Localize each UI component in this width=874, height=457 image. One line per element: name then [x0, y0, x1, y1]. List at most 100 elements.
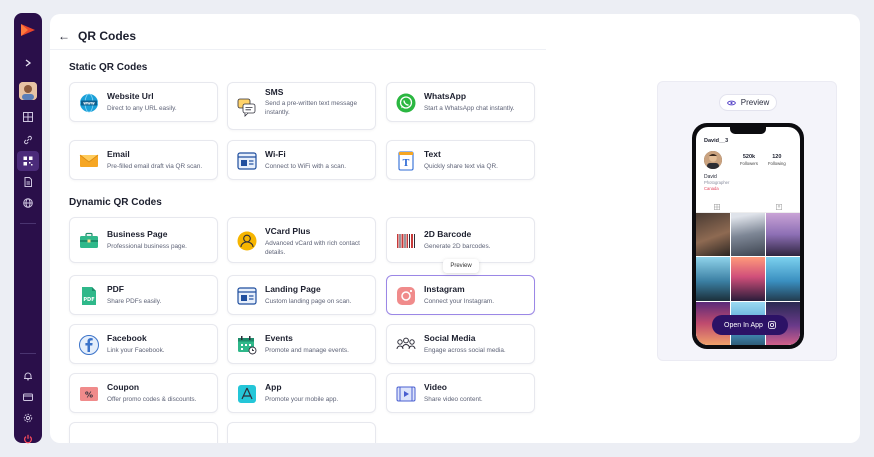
chevron-right-icon — [25, 59, 32, 67]
avatar[interactable] — [19, 82, 37, 100]
qr-card-landing-page[interactable]: Landing Page Custom landing page on scan… — [227, 275, 376, 315]
sidebar-item-settings[interactable] — [17, 408, 39, 428]
svg-text:T: T — [403, 159, 410, 169]
card-title: Wi-Fi — [265, 149, 286, 159]
svg-text:PDF: PDF — [83, 297, 94, 303]
card-title: 2D Barcode — [424, 229, 472, 239]
app-logo-icon[interactable] — [20, 23, 36, 37]
sidebar-item-billing[interactable] — [17, 387, 39, 407]
main-panel: ← QR Codes Static QR Codes Dynamic QR Co… — [50, 14, 860, 443]
followers-stat: 520k Followers — [740, 154, 758, 166]
instagram-small-icon — [768, 321, 776, 329]
card-title: Video — [424, 382, 447, 392]
credit-card-icon — [23, 393, 33, 401]
globe-icon — [23, 198, 33, 208]
preview-panel: Preview David__3 520k Followers 120 Foll… — [657, 81, 837, 361]
phone-screen: David__3 520k Followers 120 Following Da… — [696, 127, 800, 345]
sidebar-item-links[interactable] — [17, 130, 39, 150]
card-description: Direct to any URL easily. — [107, 105, 177, 112]
wifi-window-icon — [237, 151, 257, 171]
grid-tab-icon — [714, 204, 720, 210]
card-description: Connect your Instagram. — [424, 298, 494, 305]
sidebar-item-domains[interactable] — [17, 193, 39, 213]
globe-www-icon: www — [79, 93, 99, 113]
card-description: Promote and manage events. — [265, 347, 349, 354]
qr-card-vcard-plus[interactable]: VCard Plus Advanced vCard with rich cont… — [227, 217, 376, 263]
qr-card-2d-barcode[interactable]: 2D Barcode Generate 2D barcodes. — [386, 217, 535, 263]
avatar-image — [19, 82, 37, 100]
card-description: Professional business page. — [107, 243, 187, 250]
following-count: 120 — [772, 154, 782, 160]
qr-card-website-url[interactable]: www Website Url Direct to any URL easily… — [69, 82, 218, 122]
qr-card-coupon[interactable]: % Coupon Offer promo codes & discounts. — [69, 373, 218, 413]
landing-page-icon — [237, 286, 257, 306]
eye-icon — [726, 100, 736, 105]
logout-button[interactable] — [17, 429, 39, 449]
qr-card-sms[interactable]: SMS Send a pre-written text message inst… — [227, 82, 376, 130]
qr-card-facebook[interactable]: Facebook Link your Facebook. — [69, 324, 218, 364]
qr-card-instagram[interactable]: Instagram Connect your Instagram. — [386, 275, 535, 315]
profile-avatar — [704, 151, 722, 169]
qr-card-whatsapp[interactable]: WhatsApp Start a WhatsApp chat instantly… — [386, 82, 535, 122]
qr-card-video[interactable]: Video Share video content. — [386, 373, 535, 413]
qr-card-social-media[interactable]: Social Media Engage across social media. — [386, 324, 535, 364]
card-description: Engage across social media. — [424, 347, 506, 354]
people-icon — [396, 335, 416, 355]
profile-username: David__3 — [704, 138, 729, 144]
sidebar-item-notifications[interactable] — [17, 366, 39, 386]
photo-tile — [696, 257, 730, 301]
qr-card-email[interactable]: Email Pre-filled email draft via QR scan… — [69, 140, 218, 180]
photo-tile — [696, 213, 730, 257]
card-description: Connect to WiFi with a scan. — [265, 163, 346, 170]
qr-card-wifi[interactable]: Wi-Fi Connect to WiFi with a scan. — [227, 140, 376, 180]
photo-tile — [766, 213, 800, 257]
card-title: Website Url — [107, 91, 154, 101]
dynamic-section-title: Dynamic QR Codes — [69, 197, 162, 208]
profile-location: Canada — [704, 186, 719, 191]
qr-card-events[interactable]: Events Promote and manage events. — [227, 324, 376, 364]
grid-icon — [23, 112, 33, 122]
profile-photo — [704, 151, 722, 169]
facebook-icon — [79, 335, 99, 355]
back-arrow-icon[interactable]: ← — [58, 30, 70, 42]
document-icon — [24, 177, 32, 187]
qr-card-partial[interactable] — [227, 422, 376, 443]
card-title: Coupon — [107, 382, 140, 392]
photo-tile — [766, 257, 800, 301]
preview-button[interactable]: Preview — [719, 94, 777, 111]
barcode-icon — [396, 231, 416, 251]
card-title: Social Media — [424, 333, 476, 343]
sidebar-divider — [20, 223, 36, 224]
qr-card-text[interactable]: T Text Quickly share text via QR. — [386, 140, 535, 180]
sidebar-item-documents[interactable] — [17, 172, 39, 192]
card-title: VCard Plus — [265, 226, 311, 236]
sidebar-item-qr-codes[interactable] — [17, 151, 39, 171]
qr-card-business-page[interactable]: Business Page Professional business page… — [69, 217, 218, 263]
card-title: Text — [424, 149, 441, 159]
text-document-icon: T — [396, 151, 416, 171]
followers-label: Followers — [740, 161, 758, 166]
card-description: Share PDFs easily. — [107, 298, 162, 305]
sidebar-item-dashboard[interactable] — [17, 107, 39, 127]
photo-tile — [731, 213, 765, 257]
chat-bubbles-icon — [237, 97, 257, 117]
tagged-tab-icon — [776, 204, 782, 210]
svg-text:www: www — [83, 101, 95, 106]
expand-sidebar-button[interactable] — [17, 53, 39, 73]
followers-count: 520k — [742, 154, 756, 160]
svg-text:%: % — [85, 391, 93, 400]
card-title: SMS — [265, 87, 284, 97]
card-title: Events — [265, 333, 293, 343]
qr-card-partial[interactable] — [69, 422, 218, 443]
card-title: Landing Page — [265, 284, 321, 294]
power-icon — [24, 434, 32, 444]
open-in-app-label: Open In App — [724, 321, 763, 329]
qr-card-app[interactable]: App Promote your mobile app. — [227, 373, 376, 413]
photo-tile — [731, 257, 765, 301]
card-title: PDF — [107, 284, 124, 294]
qr-card-pdf[interactable]: PDF PDF Share PDFs easily. — [69, 275, 218, 315]
open-in-app-button[interactable]: Open In App — [712, 315, 788, 335]
briefcase-icon — [79, 231, 99, 251]
video-icon — [396, 384, 416, 404]
card-description: Offer promo codes & discounts. — [107, 396, 197, 403]
